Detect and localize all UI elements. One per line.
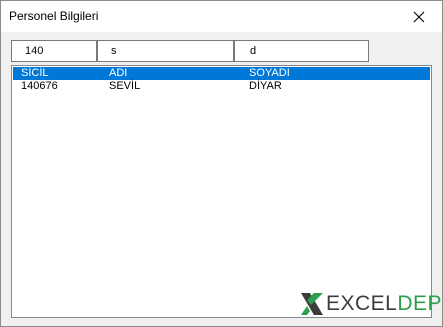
x-logo-icon	[301, 293, 323, 315]
sicil-filter-input[interactable]	[11, 40, 97, 62]
close-button[interactable]	[396, 1, 442, 32]
adi-filter-input[interactable]	[97, 40, 234, 62]
column-header-adi: ADI	[109, 67, 128, 79]
exceldepo-logo: EXCELDEPO	[299, 289, 443, 319]
personel-window: Personel Bilgileri SİCİL ADI SOYADI 1406…	[0, 0, 443, 327]
close-icon	[413, 11, 425, 22]
cell-soyadi: DİYAR	[249, 80, 282, 92]
list-header-row[interactable]: SİCİL ADI SOYADI	[13, 67, 430, 80]
soyadi-filter-input[interactable]	[234, 40, 369, 62]
window-title: Personel Bilgileri	[9, 9, 99, 23]
column-header-soyadi: SOYADI	[249, 67, 290, 79]
column-header-sicil: SİCİL	[21, 67, 49, 79]
logo-excel-text: EXCEL	[326, 292, 398, 315]
cell-adi: SEVİL	[109, 80, 141, 92]
list-item[interactable]: 140676 SEVİL DİYAR	[13, 80, 430, 93]
personel-listbox[interactable]: SİCİL ADI SOYADI 140676 SEVİL DİYAR	[11, 65, 432, 318]
logo-text: EXCELDEPO	[326, 293, 443, 315]
cell-sicil: 140676	[21, 80, 58, 92]
logo-depo-text: DEPO	[397, 292, 443, 315]
title-bar: Personel Bilgileri	[1, 1, 442, 32]
